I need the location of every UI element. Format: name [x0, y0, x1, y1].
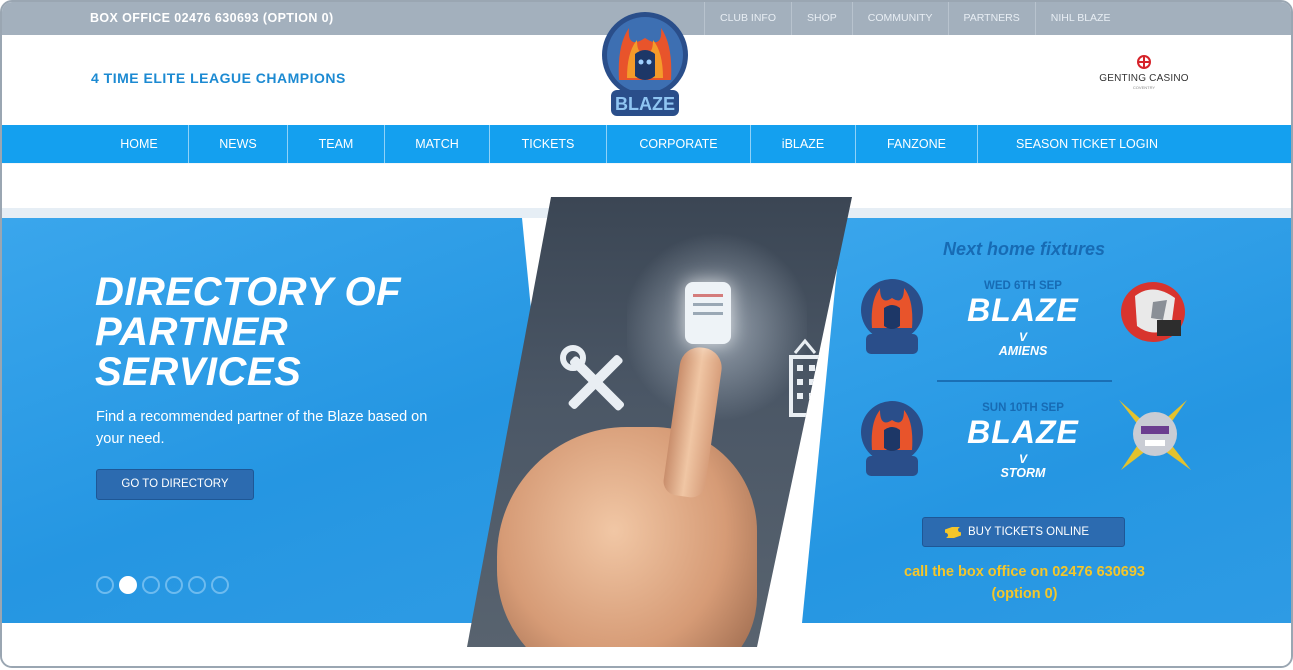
- slide-dot[interactable]: [165, 576, 183, 594]
- fixture-date: SUN 10TH SEP: [982, 402, 1064, 414]
- nav-items: HOME NEWS TEAM MATCH TICKETS CORPORATE i…: [90, 125, 1196, 163]
- nav-corporate[interactable]: CORPORATE: [607, 125, 751, 163]
- fixture-date: WED 6TH SEP: [984, 280, 1062, 292]
- fixture-home-team: BLAZE: [967, 292, 1079, 328]
- nav-team[interactable]: TEAM: [288, 125, 385, 163]
- top-link-shop[interactable]: SHOP: [791, 2, 852, 35]
- hand-image: [497, 427, 757, 647]
- top-link-nihl-blaze[interactable]: NIHL BLAZE: [1034, 2, 1126, 35]
- fixture-away-team: STORM: [1000, 466, 1046, 480]
- call-line-2: (option 0): [991, 586, 1058, 602]
- promo-title-line: DIRECTORY OF: [95, 270, 402, 314]
- ticket-icon: [945, 527, 961, 538]
- slide-dot[interactable]: [142, 576, 160, 594]
- hero-banner: DIRECTORY OF PARTNER SERVICES Find a rec…: [2, 164, 1291, 666]
- nav-season-ticket-login[interactable]: SEASON TICKET LOGIN: [978, 125, 1196, 163]
- page-frame: BOX OFFICE 02476 630693 (OPTION 0) CLUB …: [0, 0, 1293, 668]
- blaze-logo-icon: [861, 279, 923, 354]
- nav-match[interactable]: MATCH: [385, 125, 490, 163]
- phone-icon: [685, 282, 731, 344]
- slide-dot-active[interactable]: [119, 576, 137, 594]
- fixture-1[interactable]: WED 6TH SEP BLAZE V AMIENS: [858, 276, 1198, 376]
- sponsor-name: GENTING CASINO: [1099, 73, 1189, 84]
- main-nav: HOME NEWS TEAM MATCH TICKETS CORPORATE i…: [2, 125, 1291, 163]
- fixture-away-team: AMIENS: [998, 344, 1048, 358]
- sponsor-sub: COVENTRY: [1132, 85, 1156, 90]
- genting-casino-icon: [1137, 55, 1151, 69]
- promo-title-line: PARTNER: [95, 310, 289, 354]
- top-link-community[interactable]: COMMUNITY: [851, 2, 948, 35]
- nav-iblaze[interactable]: iBLAZE: [751, 125, 856, 163]
- fixture-home-team: BLAZE: [967, 414, 1079, 450]
- buy-tickets-label: BUY TICKETS ONLINE: [968, 526, 1089, 538]
- nav-news[interactable]: NEWS: [189, 125, 288, 163]
- tools-icon: [560, 345, 625, 411]
- slide-dot[interactable]: [211, 576, 229, 594]
- slide-dots: [96, 576, 229, 594]
- building-icon: [789, 338, 823, 417]
- nav-home[interactable]: HOME: [90, 125, 189, 163]
- buy-tickets-button[interactable]: BUY TICKETS ONLINE: [922, 517, 1125, 547]
- promo-title-line: SERVICES: [95, 350, 302, 394]
- box-office-callout: call the box office on 02476 630693 (opt…: [852, 561, 1197, 605]
- blaze-logo-icon: [861, 401, 923, 476]
- logo-text: BLAZE: [615, 94, 675, 114]
- storm-logo-icon: [1119, 400, 1191, 470]
- promo-title: DIRECTORY OF PARTNER SERVICES: [95, 272, 401, 392]
- sponsor-logo[interactable]: GENTING CASINO COVENTRY: [1088, 55, 1200, 90]
- top-links: CLUB INFO SHOP COMMUNITY PARTNERS NIHL B…: [704, 2, 1125, 35]
- nav-fanzone[interactable]: FANZONE: [856, 125, 978, 163]
- promo-description: Find a recommended partner of the Blaze …: [96, 409, 428, 447]
- box-office-phone: BOX OFFICE 02476 630693 (OPTION 0): [90, 11, 334, 25]
- call-line-1: call the box office on 02476 630693: [904, 564, 1145, 580]
- fixtures-divider: [937, 380, 1112, 382]
- fixture-2[interactable]: SUN 10TH SEP BLAZE V STORM: [858, 398, 1198, 498]
- tagline: 4 TIME ELITE LEAGUE CHAMPIONS: [91, 70, 346, 86]
- nav-tickets[interactable]: TICKETS: [490, 125, 607, 163]
- slide-dot[interactable]: [188, 576, 206, 594]
- amiens-logo-icon: [1121, 282, 1185, 342]
- go-to-directory-button[interactable]: GO TO DIRECTORY: [96, 469, 254, 500]
- slide-dot[interactable]: [96, 576, 114, 594]
- fixture-versus: V: [1018, 330, 1027, 344]
- top-link-partners[interactable]: PARTNERS: [947, 2, 1035, 35]
- blaze-logo-icon[interactable]: BLAZE: [599, 10, 692, 120]
- top-link-club-info[interactable]: CLUB INFO: [704, 2, 791, 35]
- fixtures-title: Next home fixtures: [942, 239, 1106, 259]
- fixture-versus: V: [1018, 452, 1027, 466]
